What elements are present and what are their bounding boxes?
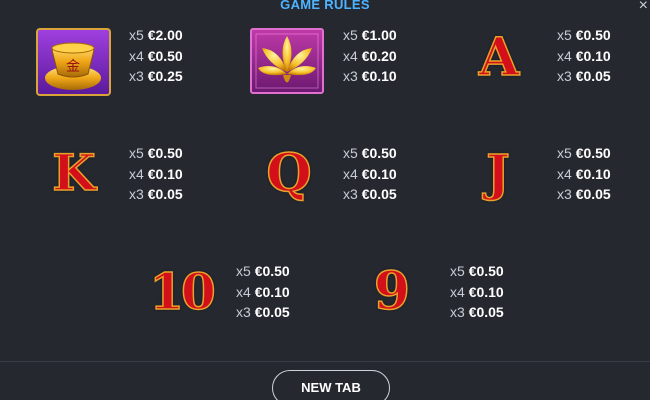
letter-k-icon: K	[52, 142, 97, 203]
payout-multiplier: x5	[450, 263, 465, 279]
payout-value: €0.10	[361, 68, 397, 84]
new-tab-button[interactable]: NEW TAB	[272, 370, 390, 400]
svg-text:金: 金	[66, 59, 80, 75]
payout-row: x3 €0.05	[557, 184, 611, 205]
payout-value: €0.10	[147, 165, 183, 182]
payout-value: €0.10	[468, 283, 504, 300]
payout-row: x3 €0.25	[129, 66, 183, 87]
payout-value: €0.25	[147, 68, 183, 84]
payout-row: x4 €0.50	[129, 46, 183, 67]
number-9-icon: 9	[373, 260, 411, 323]
payout-row: x5 €0.50	[557, 143, 611, 164]
payout-multiplier: x4	[343, 47, 358, 64]
payout-multiplier: x3	[343, 68, 358, 84]
payout-row: x3 €0.05	[450, 302, 504, 323]
letter-a-icon: A	[478, 26, 520, 89]
payout-row: x4 €0.10	[450, 282, 504, 303]
payout-row: x3 €0.05	[236, 302, 290, 323]
payout-multiplier: x5	[129, 27, 144, 43]
payout-list: x5 €0.50 x4 €0.10 x3 €0.05	[236, 261, 290, 323]
page-title: GAME RULES	[280, 0, 370, 12]
payout-multiplier: x3	[557, 68, 572, 84]
payout-multiplier: x5	[129, 145, 144, 161]
payout-value: €0.20	[361, 47, 397, 64]
payout-value: €0.05	[468, 304, 504, 320]
payout-row: x4 €0.20	[343, 46, 397, 67]
payout-row: x3 €0.05	[129, 184, 183, 205]
payout-row: x5 €2.00	[129, 25, 183, 46]
payout-row: x4 €0.10	[236, 282, 290, 303]
payout-multiplier: x3	[129, 186, 144, 202]
payout-value: €0.10	[254, 283, 290, 300]
payout-multiplier: x3	[557, 186, 572, 202]
payout-multiplier: x4	[557, 165, 572, 182]
payout-value: €0.10	[575, 47, 611, 64]
close-icon[interactable]: ×	[639, 0, 648, 14]
payout-row: x3 €0.05	[343, 184, 397, 205]
payout-value: €0.50	[575, 145, 611, 161]
payout-multiplier: x5	[343, 27, 358, 43]
payout-multiplier: x4	[557, 47, 572, 64]
payout-value: €0.50	[147, 145, 183, 161]
payout-row: x4 €0.10	[557, 46, 611, 67]
payout-value: €0.50	[575, 27, 611, 43]
payout-multiplier: x5	[557, 27, 572, 43]
payout-multiplier: x5	[343, 145, 358, 161]
payout-value: €0.10	[575, 165, 611, 182]
payout-list: x5 €0.50 x4 €0.10 x3 €0.05	[557, 143, 611, 205]
payout-value: €2.00	[147, 27, 183, 43]
payout-value: €0.50	[147, 47, 183, 64]
payout-list: x5 €1.00 x4 €0.20 x3 €0.10	[343, 25, 397, 87]
payout-row: x5 €1.00	[343, 25, 397, 46]
payout-multiplier: x3	[343, 186, 358, 202]
payout-list: x5 €0.50 x4 €0.10 x3 €0.05	[129, 143, 183, 205]
payout-multiplier: x3	[236, 304, 251, 320]
payout-row: x4 €0.10	[343, 164, 397, 185]
payout-list: x5 €0.50 x4 €0.10 x3 €0.05	[343, 143, 397, 205]
payout-value: €0.50	[468, 263, 504, 279]
payout-row: x4 €0.10	[557, 164, 611, 185]
payout-row: x5 €0.50	[450, 261, 504, 282]
footer-divider	[0, 361, 650, 362]
payout-multiplier: x4	[129, 47, 144, 64]
payout-multiplier: x4	[343, 165, 358, 182]
letter-q-icon: Q	[266, 142, 313, 205]
payout-multiplier: x3	[129, 68, 144, 84]
payout-multiplier: x4	[236, 283, 251, 300]
payout-multiplier: x4	[129, 165, 144, 182]
payout-row: x3 €0.05	[557, 66, 611, 87]
gold-ingot-icon: 金	[36, 28, 111, 96]
payout-list: x5 €0.50 x4 €0.10 x3 €0.05	[557, 25, 611, 87]
payout-list: x5 €2.00 x4 €0.50 x3 €0.25	[129, 25, 183, 87]
payout-row: x5 €0.50	[343, 143, 397, 164]
payout-value: €0.10	[361, 165, 397, 182]
payout-row: x5 €0.50	[236, 261, 290, 282]
header: GAME RULES ×	[0, 0, 650, 16]
payout-value: €1.00	[361, 27, 397, 43]
payout-value: €0.05	[575, 68, 611, 84]
lotus-icon	[250, 28, 324, 94]
payout-row: x3 €0.10	[343, 66, 397, 87]
payout-value: €0.05	[147, 186, 183, 202]
payout-value: €0.50	[361, 145, 397, 161]
payout-value: €0.05	[254, 304, 290, 320]
payout-row: x4 €0.10	[129, 164, 183, 185]
letter-j-icon: J	[485, 142, 510, 203]
payout-multiplier: x4	[450, 283, 465, 300]
payout-multiplier: x5	[557, 145, 572, 161]
payout-multiplier: x5	[236, 263, 251, 279]
payout-value: €0.50	[254, 263, 290, 279]
payout-list: x5 €0.50 x4 €0.10 x3 €0.05	[450, 261, 504, 323]
payout-multiplier: x3	[450, 304, 465, 320]
payout-row: x5 €0.50	[129, 143, 183, 164]
payout-value: €0.05	[361, 186, 397, 202]
payout-value: €0.05	[575, 186, 611, 202]
payout-row: x5 €0.50	[557, 25, 611, 46]
number-10-icon: 10	[148, 261, 216, 322]
